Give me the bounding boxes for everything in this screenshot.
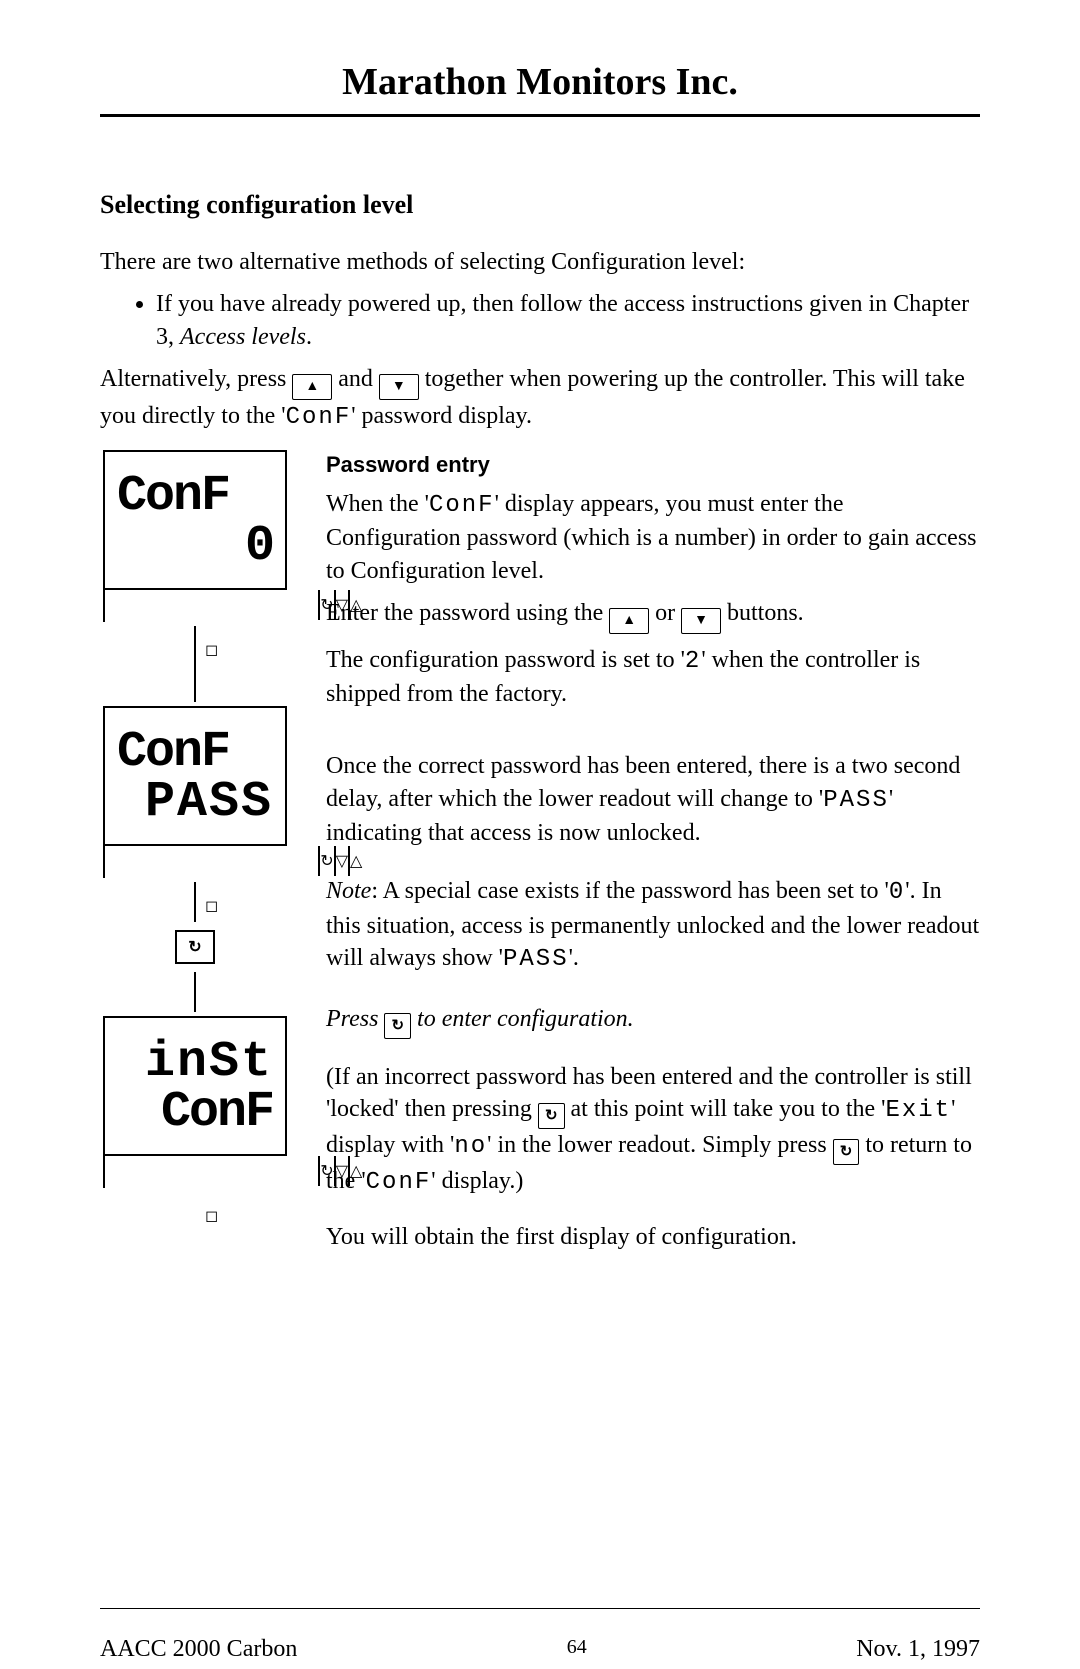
note-label: Note bbox=[326, 878, 371, 904]
device-conf-pass: ConF PASS bbox=[103, 706, 287, 878]
header-rule bbox=[100, 114, 980, 117]
page-footer: AACC 2000 Carbon 64 Nov. 1, 1997 bbox=[100, 1626, 980, 1663]
note-text: '. bbox=[569, 945, 579, 971]
scroll-step-icon bbox=[175, 930, 215, 964]
up-button-icon bbox=[292, 374, 332, 400]
alt-text-4: ' password display. bbox=[351, 403, 532, 429]
page-number: 64 bbox=[567, 1636, 587, 1663]
page-button-icon bbox=[105, 846, 318, 906]
circular-arrow-icon bbox=[391, 1017, 404, 1035]
arrow-up-icon bbox=[622, 611, 636, 630]
up-button-icon bbox=[609, 608, 649, 634]
lcd-top: ConF bbox=[117, 472, 273, 522]
lcd-bottom: PASS bbox=[117, 778, 273, 828]
arrow-down-icon bbox=[392, 377, 406, 396]
flow-line bbox=[194, 882, 196, 922]
circular-arrow-icon bbox=[545, 1107, 558, 1125]
device-inst-conf: inSt ConF bbox=[103, 1016, 287, 1188]
intro-line: There are two alternative methods of sel… bbox=[100, 246, 980, 278]
intro-bullet-post: . bbox=[306, 324, 312, 350]
code-default-password: 2 bbox=[685, 648, 701, 675]
flow-line bbox=[194, 972, 196, 1012]
intro-bullet: If you have already powered up, then fol… bbox=[156, 288, 980, 353]
lcd-bottom: ConF bbox=[117, 1088, 273, 1138]
inc-text: ' display.) bbox=[431, 1168, 523, 1194]
lcd-top: ConF bbox=[117, 728, 273, 778]
alt-text-2: and bbox=[332, 366, 379, 392]
pw-paragraph-2: Enter the password using the or buttons. bbox=[326, 597, 980, 634]
down-button-icon bbox=[681, 608, 721, 634]
footer-rule bbox=[100, 1608, 980, 1609]
flow-line bbox=[194, 626, 196, 702]
chapter-name-access-levels: Access levels bbox=[180, 324, 306, 350]
device-conf-0: ConF 0 bbox=[103, 450, 287, 622]
pw-text: or bbox=[649, 600, 681, 626]
circular-arrow-icon bbox=[840, 1143, 853, 1161]
pw-paragraph-3: The configuration password is set to '2'… bbox=[326, 644, 980, 711]
password-entry-heading: Password entry bbox=[326, 450, 980, 480]
pw-text: buttons. bbox=[721, 600, 804, 626]
incorrect-paragraph: (If an incorrect password has been enter… bbox=[326, 1061, 980, 1200]
scroll-button-icon bbox=[538, 1103, 565, 1129]
lcd-bottom: 0 bbox=[117, 522, 273, 572]
scroll-button-icon bbox=[384, 1013, 411, 1039]
press-text: Press bbox=[326, 1006, 384, 1032]
alternative-paragraph: Alternatively, press and together when p… bbox=[100, 363, 980, 434]
code-exit: Exit bbox=[885, 1097, 951, 1124]
page-button-icon bbox=[105, 590, 318, 650]
down-button-icon bbox=[379, 374, 419, 400]
pass-paragraph: Once the correct password has been enter… bbox=[326, 750, 980, 849]
pw-text: The configuration password is set to ' bbox=[326, 647, 685, 673]
code-conf: ConF bbox=[429, 492, 495, 519]
inc-text: ' in the lower readout. Simply press bbox=[487, 1132, 833, 1158]
pw-text: When the ' bbox=[326, 491, 429, 517]
press-text: to enter configuration. bbox=[411, 1006, 634, 1032]
section-heading: Selecting configuration level bbox=[100, 187, 980, 222]
code-pass: PASS bbox=[823, 787, 889, 814]
code-zero: 0 bbox=[889, 879, 905, 906]
arrow-up-icon bbox=[305, 377, 319, 396]
scroll-button-icon bbox=[833, 1139, 860, 1165]
code-conf: ConF bbox=[366, 1169, 432, 1196]
code-no: no bbox=[454, 1133, 487, 1160]
footer-left: AACC 2000 Carbon bbox=[100, 1636, 297, 1663]
last-paragraph: You will obtain the first display of con… bbox=[326, 1221, 980, 1253]
device-column: ConF 0 ConF PASS bbox=[100, 450, 290, 1188]
press-instruction: Press to enter configuration. bbox=[326, 1003, 980, 1039]
page-button-icon bbox=[105, 1156, 318, 1216]
alt-text-1: Alternatively, press bbox=[100, 366, 292, 392]
inc-text: at this point will take you to the ' bbox=[565, 1096, 886, 1122]
code-conf: ConF bbox=[286, 404, 352, 431]
page-title: Marathon Monitors Inc. bbox=[100, 60, 980, 104]
code-pass: PASS bbox=[503, 946, 569, 973]
pw-paragraph-1: When the 'ConF' display appears, you mus… bbox=[326, 488, 980, 587]
lcd-top: inSt bbox=[117, 1038, 273, 1088]
note-text: : A special case exists if the password … bbox=[371, 878, 889, 904]
note-paragraph: Note: A special case exists if the passw… bbox=[326, 875, 980, 976]
arrow-down-icon bbox=[694, 611, 708, 630]
pw-text: Enter the password using the bbox=[326, 600, 609, 626]
footer-date: Nov. 1, 1997 bbox=[856, 1636, 980, 1663]
